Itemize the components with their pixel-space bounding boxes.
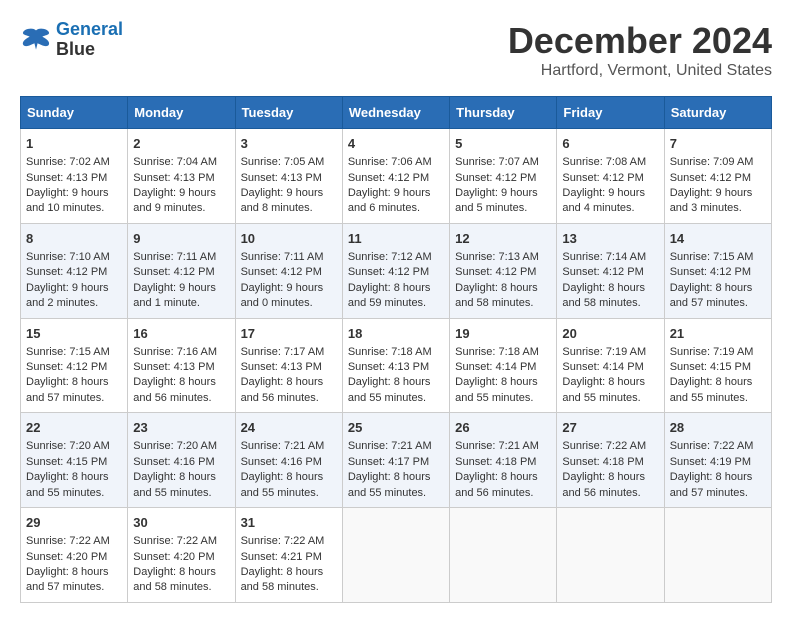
day-cell: 6Sunrise: 7:08 AMSunset: 4:12 PMDaylight… — [557, 129, 664, 224]
day-cell — [664, 508, 771, 603]
header-cell-sunday: Sunday — [21, 97, 128, 129]
day-number: 12 — [455, 230, 551, 248]
day-number: 20 — [562, 325, 658, 343]
day-cell: 17Sunrise: 7:17 AMSunset: 4:13 PMDayligh… — [235, 318, 342, 413]
header-cell-monday: Monday — [128, 97, 235, 129]
day-cell: 20Sunrise: 7:19 AMSunset: 4:14 PMDayligh… — [557, 318, 664, 413]
page-subtitle: Hartford, Vermont, United States — [508, 62, 772, 80]
day-cell — [450, 508, 557, 603]
day-cell: 16Sunrise: 7:16 AMSunset: 4:13 PMDayligh… — [128, 318, 235, 413]
day-cell: 18Sunrise: 7:18 AMSunset: 4:13 PMDayligh… — [342, 318, 449, 413]
calendar-table: SundayMondayTuesdayWednesdayThursdayFrid… — [20, 96, 772, 603]
week-row-4: 22Sunrise: 7:20 AMSunset: 4:15 PMDayligh… — [21, 413, 772, 508]
page-header: General Blue December 2024 Hartford, Ver… — [20, 20, 772, 80]
week-row-5: 29Sunrise: 7:22 AMSunset: 4:20 PMDayligh… — [21, 508, 772, 603]
day-cell — [557, 508, 664, 603]
day-number: 27 — [562, 419, 658, 437]
day-cell: 1Sunrise: 7:02 AMSunset: 4:13 PMDaylight… — [21, 129, 128, 224]
title-block: December 2024 Hartford, Vermont, United … — [508, 20, 772, 80]
week-row-3: 15Sunrise: 7:15 AMSunset: 4:12 PMDayligh… — [21, 318, 772, 413]
day-number: 13 — [562, 230, 658, 248]
day-number: 22 — [26, 419, 122, 437]
header-row: SundayMondayTuesdayWednesdayThursdayFrid… — [21, 97, 772, 129]
day-cell: 23Sunrise: 7:20 AMSunset: 4:16 PMDayligh… — [128, 413, 235, 508]
day-cell: 5Sunrise: 7:07 AMSunset: 4:12 PMDaylight… — [450, 129, 557, 224]
header-cell-friday: Friday — [557, 97, 664, 129]
header-cell-wednesday: Wednesday — [342, 97, 449, 129]
header-cell-saturday: Saturday — [664, 97, 771, 129]
day-number: 14 — [670, 230, 766, 248]
day-cell: 12Sunrise: 7:13 AMSunset: 4:12 PMDayligh… — [450, 223, 557, 318]
day-number: 25 — [348, 419, 444, 437]
day-number: 2 — [133, 135, 229, 153]
day-cell: 21Sunrise: 7:19 AMSunset: 4:15 PMDayligh… — [664, 318, 771, 413]
day-number: 17 — [241, 325, 337, 343]
day-cell: 30Sunrise: 7:22 AMSunset: 4:20 PMDayligh… — [128, 508, 235, 603]
logo-text: General Blue — [56, 20, 123, 60]
day-cell: 10Sunrise: 7:11 AMSunset: 4:12 PMDayligh… — [235, 223, 342, 318]
page-title: December 2024 — [508, 20, 772, 62]
logo: General Blue — [20, 20, 123, 60]
week-row-2: 8Sunrise: 7:10 AMSunset: 4:12 PMDaylight… — [21, 223, 772, 318]
day-number: 24 — [241, 419, 337, 437]
day-number: 19 — [455, 325, 551, 343]
day-number: 29 — [26, 514, 122, 532]
day-number: 21 — [670, 325, 766, 343]
day-number: 31 — [241, 514, 337, 532]
day-number: 4 — [348, 135, 444, 153]
day-cell — [342, 508, 449, 603]
day-number: 26 — [455, 419, 551, 437]
day-cell: 14Sunrise: 7:15 AMSunset: 4:12 PMDayligh… — [664, 223, 771, 318]
day-number: 23 — [133, 419, 229, 437]
day-cell: 13Sunrise: 7:14 AMSunset: 4:12 PMDayligh… — [557, 223, 664, 318]
day-number: 30 — [133, 514, 229, 532]
day-cell: 15Sunrise: 7:15 AMSunset: 4:12 PMDayligh… — [21, 318, 128, 413]
day-cell: 31Sunrise: 7:22 AMSunset: 4:21 PMDayligh… — [235, 508, 342, 603]
header-cell-tuesday: Tuesday — [235, 97, 342, 129]
day-number: 18 — [348, 325, 444, 343]
week-row-1: 1Sunrise: 7:02 AMSunset: 4:13 PMDaylight… — [21, 129, 772, 224]
day-cell: 11Sunrise: 7:12 AMSunset: 4:12 PMDayligh… — [342, 223, 449, 318]
day-number: 3 — [241, 135, 337, 153]
day-cell: 27Sunrise: 7:22 AMSunset: 4:18 PMDayligh… — [557, 413, 664, 508]
day-cell: 19Sunrise: 7:18 AMSunset: 4:14 PMDayligh… — [450, 318, 557, 413]
day-cell: 3Sunrise: 7:05 AMSunset: 4:13 PMDaylight… — [235, 129, 342, 224]
day-cell: 24Sunrise: 7:21 AMSunset: 4:16 PMDayligh… — [235, 413, 342, 508]
day-number: 5 — [455, 135, 551, 153]
day-number: 6 — [562, 135, 658, 153]
day-number: 28 — [670, 419, 766, 437]
day-cell: 9Sunrise: 7:11 AMSunset: 4:12 PMDaylight… — [128, 223, 235, 318]
day-cell: 25Sunrise: 7:21 AMSunset: 4:17 PMDayligh… — [342, 413, 449, 508]
day-number: 8 — [26, 230, 122, 248]
day-number: 9 — [133, 230, 229, 248]
day-cell: 4Sunrise: 7:06 AMSunset: 4:12 PMDaylight… — [342, 129, 449, 224]
day-number: 11 — [348, 230, 444, 248]
day-cell: 22Sunrise: 7:20 AMSunset: 4:15 PMDayligh… — [21, 413, 128, 508]
day-number: 7 — [670, 135, 766, 153]
day-cell: 7Sunrise: 7:09 AMSunset: 4:12 PMDaylight… — [664, 129, 771, 224]
day-cell: 2Sunrise: 7:04 AMSunset: 4:13 PMDaylight… — [128, 129, 235, 224]
day-cell: 26Sunrise: 7:21 AMSunset: 4:18 PMDayligh… — [450, 413, 557, 508]
day-cell: 29Sunrise: 7:22 AMSunset: 4:20 PMDayligh… — [21, 508, 128, 603]
day-number: 1 — [26, 135, 122, 153]
day-cell: 28Sunrise: 7:22 AMSunset: 4:19 PMDayligh… — [664, 413, 771, 508]
header-cell-thursday: Thursday — [450, 97, 557, 129]
day-number: 10 — [241, 230, 337, 248]
logo-icon — [20, 24, 52, 56]
day-number: 16 — [133, 325, 229, 343]
day-number: 15 — [26, 325, 122, 343]
day-cell: 8Sunrise: 7:10 AMSunset: 4:12 PMDaylight… — [21, 223, 128, 318]
